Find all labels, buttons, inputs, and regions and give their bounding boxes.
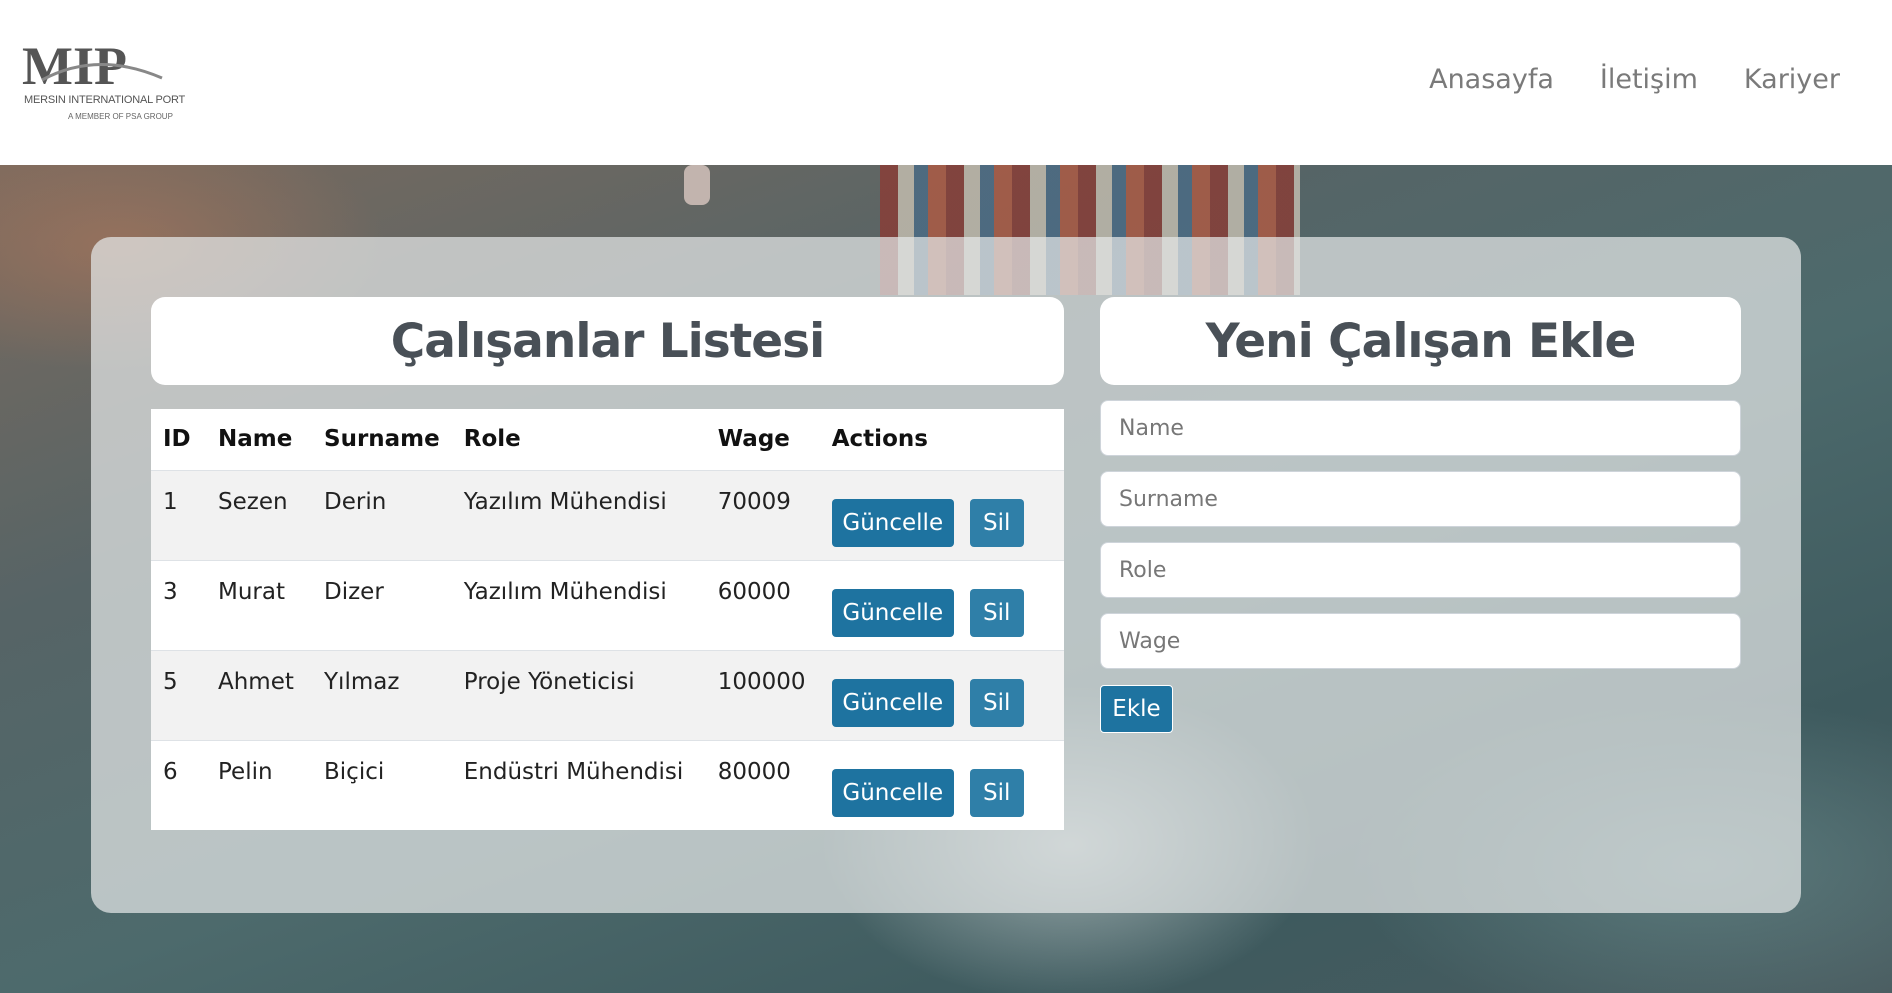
mip-logo[interactable]: MIP MERSIN INTERNATIONAL PORT A MEMBER O…: [22, 40, 185, 126]
wage-input[interactable]: [1100, 613, 1741, 669]
mip-logo-mark-icon: MIP: [22, 40, 163, 92]
column-header-role: Role: [451, 409, 706, 470]
cell-wage: 70009: [705, 469, 820, 560]
logo-text-line1: MERSIN INTERNATIONAL PORT: [24, 94, 186, 106]
cell-role: Proje Yöneticisi: [451, 649, 706, 740]
column-header-actions: Actions: [819, 409, 1064, 470]
add-employee-header: Yeni Çalışan Ekle: [1100, 297, 1741, 385]
cell-id: 3: [151, 559, 206, 650]
cell-wage: 80000: [705, 739, 820, 830]
delete-button[interactable]: Sil: [969, 498, 1024, 547]
update-button[interactable]: Güncelle: [831, 588, 954, 637]
delete-button[interactable]: Sil: [969, 678, 1024, 727]
cell-name: Ahmet: [206, 649, 312, 740]
employee-list-header: Çalışanlar Listesi: [151, 297, 1064, 385]
cell-name: Pelin: [206, 739, 312, 830]
cell-id: 5: [151, 649, 206, 740]
cell-wage: 100000: [705, 649, 820, 740]
table-row: 6 Pelin Biçici Endüstri Mühendisi 80000 …: [151, 739, 1064, 830]
cell-surname: Biçici: [312, 739, 452, 830]
cell-wage: 60000: [705, 559, 820, 650]
cell-actions: Güncelle Sil: [819, 469, 1064, 560]
column-header-name: Name: [206, 409, 312, 470]
delete-button[interactable]: Sil: [969, 588, 1024, 637]
surname-input[interactable]: [1100, 471, 1741, 527]
cell-surname: Yılmaz: [312, 649, 452, 740]
site-header: MIP MERSIN INTERNATIONAL PORT A MEMBER O…: [0, 0, 1892, 165]
cell-role: Yazılım Mühendisi: [451, 469, 706, 560]
nav-link-anasayfa[interactable]: Anasayfa: [1429, 64, 1554, 95]
column-header-wage: Wage: [705, 409, 820, 470]
cell-actions: Güncelle Sil: [819, 559, 1064, 650]
delete-button[interactable]: Sil: [969, 768, 1024, 817]
cell-actions: Güncelle Sil: [819, 739, 1064, 830]
cell-name: Sezen: [206, 469, 312, 560]
logo-text-line2: A MEMBER OF PSA GROUP: [68, 112, 173, 121]
cell-role: Yazılım Mühendisi: [451, 559, 706, 650]
add-employee-button[interactable]: Ekle: [1100, 685, 1173, 733]
cell-surname: Dizer: [312, 559, 452, 650]
cell-id: 6: [151, 739, 206, 830]
cell-role: Endüstri Mühendisi: [451, 739, 706, 830]
column-header-id: ID: [151, 409, 206, 470]
employee-list-title: Çalışanlar Listesi: [390, 313, 825, 369]
role-input[interactable]: [1100, 542, 1741, 598]
cell-name: Murat: [206, 559, 312, 650]
cell-actions: Güncelle Sil: [819, 649, 1064, 740]
add-employee-title: Yeni Çalışan Ekle: [1205, 313, 1637, 369]
table-row: 3 Murat Dizer Yazılım Mühendisi 60000 Gü…: [151, 559, 1064, 650]
table-row: 5 Ahmet Yılmaz Proje Yöneticisi 100000 G…: [151, 649, 1064, 740]
main-nav: Anasayfa İletişim Kariyer: [1429, 64, 1840, 95]
table-header-row: ID Name Surname Role Wage Actions: [151, 409, 1064, 470]
nav-link-iletisim[interactable]: İletişim: [1600, 64, 1698, 95]
nav-link-kariyer[interactable]: Kariyer: [1744, 64, 1840, 95]
cell-surname: Derin: [312, 469, 452, 560]
boat-image: [684, 165, 710, 205]
update-button[interactable]: Güncelle: [831, 498, 954, 547]
update-button[interactable]: Güncelle: [831, 768, 954, 817]
cell-id: 1: [151, 469, 206, 560]
column-header-surname: Surname: [312, 409, 452, 470]
employee-table: ID Name Surname Role Wage Actions 1 Seze…: [151, 409, 1064, 830]
update-button[interactable]: Güncelle: [831, 678, 954, 727]
name-input[interactable]: [1100, 400, 1741, 456]
table-row: 1 Sezen Derin Yazılım Mühendisi 70009 Gü…: [151, 469, 1064, 560]
